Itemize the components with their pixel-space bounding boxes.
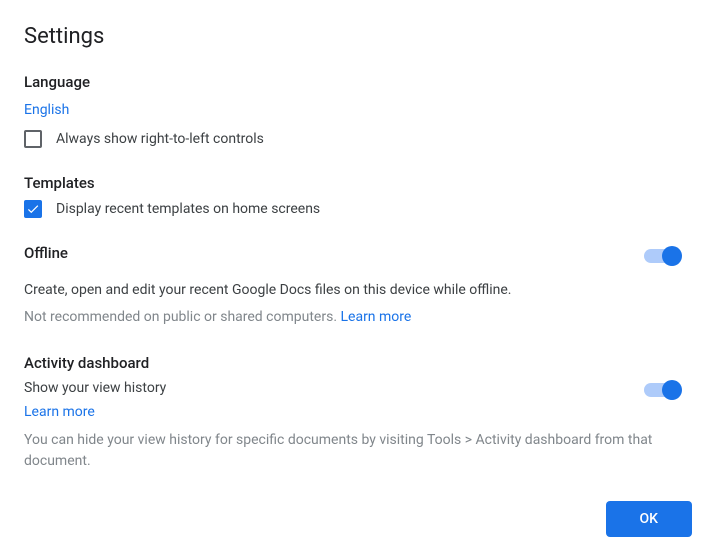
language-heading: Language: [24, 73, 680, 91]
activity-label: Show your view history: [24, 378, 624, 399]
templates-recent-label: Display recent templates on home screens: [56, 201, 320, 217]
rtl-checkbox-label: Always show right-to-left controls: [56, 131, 264, 147]
offline-warning: Not recommended on public or shared comp…: [24, 307, 680, 328]
page-title: Settings: [24, 24, 680, 49]
activity-section: Activity dashboard Show your view histor…: [24, 354, 680, 472]
offline-description: Create, open and edit your recent Google…: [24, 280, 680, 301]
rtl-checkbox[interactable]: [24, 130, 42, 148]
templates-heading: Templates: [24, 174, 680, 192]
language-value-link[interactable]: English: [24, 102, 69, 118]
toggle-thumb: [662, 380, 682, 400]
dialog-footer: OK: [606, 501, 693, 537]
offline-toggle[interactable]: [644, 246, 680, 266]
activity-toggle[interactable]: [644, 380, 680, 400]
activity-footnote: You can hide your view history for speci…: [24, 430, 680, 472]
toggle-thumb: [662, 246, 682, 266]
language-section: Language English Always show right-to-le…: [24, 73, 680, 148]
offline-section: Offline Create, open and edit your recen…: [24, 244, 680, 328]
templates-recent-checkbox[interactable]: [24, 200, 42, 218]
ok-button[interactable]: OK: [606, 501, 693, 537]
activity-learn-more-link[interactable]: Learn more: [24, 404, 95, 420]
check-icon: [26, 202, 40, 216]
templates-section: Templates Display recent templates on ho…: [24, 174, 680, 218]
offline-learn-more-link[interactable]: Learn more: [340, 309, 411, 325]
offline-heading: Offline: [24, 244, 624, 262]
activity-heading: Activity dashboard: [24, 354, 680, 372]
